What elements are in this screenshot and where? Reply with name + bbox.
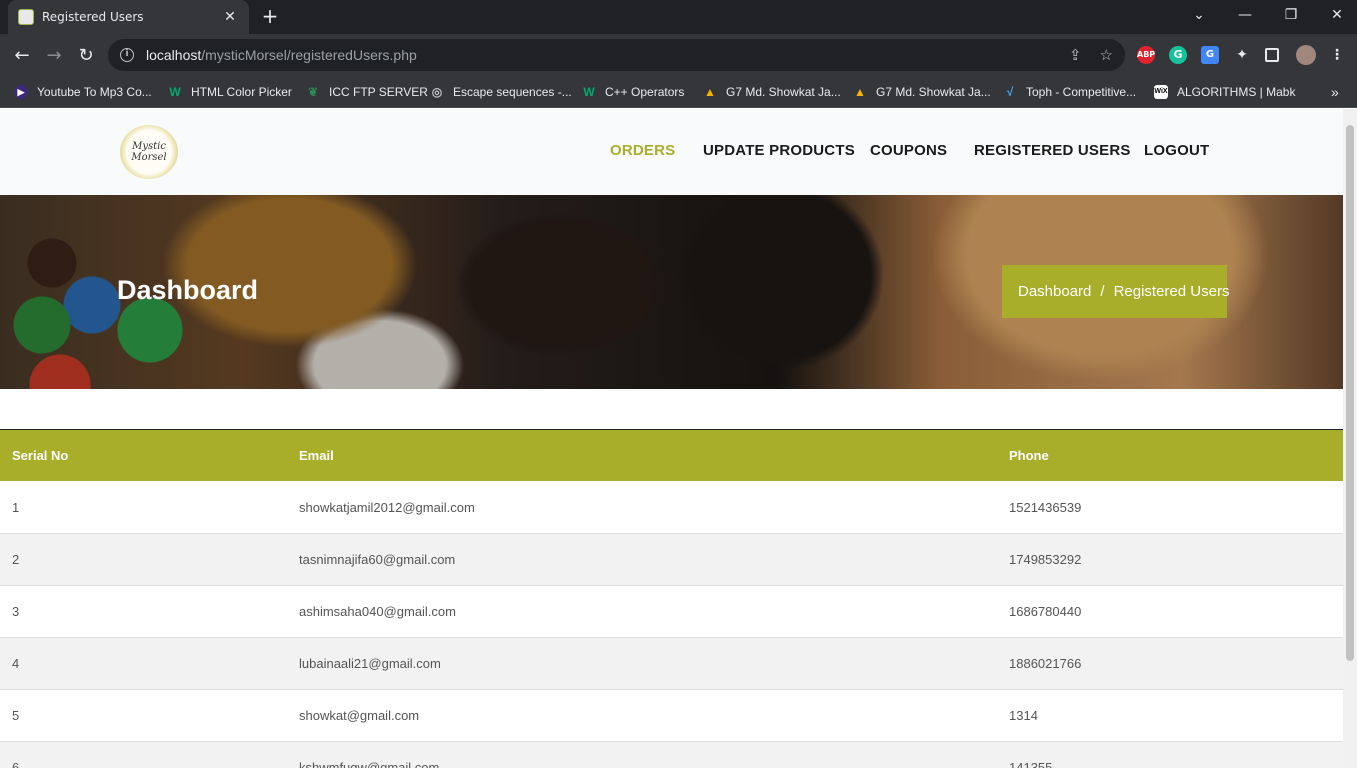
table-header-row: Serial No Email Phone	[0, 429, 1343, 483]
cell-serial: 3	[0, 585, 287, 638]
cell-phone: 1686780440	[997, 585, 1343, 638]
bookmark-item[interactable]: ▶ Youtube To Mp3 Co...	[14, 82, 152, 102]
header-phone: Phone	[997, 429, 1343, 483]
page-viewport: Mystic Morsel ORDERS UPDATE PRODUCTS COU…	[0, 109, 1343, 768]
table-row: 1 showkatjamil2012@gmail.com 1521436539	[0, 481, 1343, 534]
url-text[interactable]: localhost/mysticMorsel/registeredUsers.p…	[146, 47, 1051, 63]
bookmark-item[interactable]: W HTML Color Picker	[168, 82, 292, 102]
share-icon[interactable]: ⇪	[1069, 46, 1082, 64]
bookmark-item[interactable]: ◎ Escape sequences -...	[430, 82, 572, 102]
table-row: 5 showkat@gmail.com 1314	[0, 689, 1343, 742]
extensions-puzzle-icon[interactable]: ✦	[1233, 46, 1251, 64]
drive-icon: ▲	[704, 85, 716, 99]
cell-phone: 1521436539	[997, 481, 1343, 534]
users-table-container: Serial No Email Phone 1 showkatjamil2012…	[0, 429, 1343, 768]
site-info-icon[interactable]: i	[120, 48, 134, 62]
breadcrumb-separator: /	[1100, 283, 1105, 300]
cell-email: showkatjamil2012@gmail.com	[287, 481, 997, 534]
site-favicon-icon	[18, 9, 34, 25]
page-scrollbar[interactable]	[1343, 109, 1357, 768]
translate-icon[interactable]: G	[1201, 46, 1219, 64]
cell-phone: 1314	[997, 689, 1343, 742]
restore-button[interactable]: ❐	[1268, 0, 1314, 30]
cell-email: ashimsaha040@gmail.com	[287, 585, 997, 638]
logo-text-line1: Mystic	[132, 141, 166, 152]
cell-phone: 141355	[997, 741, 1343, 768]
play-icon: ▶	[14, 85, 28, 99]
profile-avatar[interactable]	[1296, 45, 1316, 65]
globe-icon: ◎	[431, 85, 443, 99]
browser-tab[interactable]: Registered Users ✕	[8, 0, 249, 34]
header-email: Email	[287, 429, 997, 483]
cell-serial: 6	[0, 741, 287, 768]
forward-button[interactable]: →	[40, 42, 68, 70]
page-title: Dashboard	[117, 275, 259, 305]
bookmark-item[interactable]: W C++ Operators	[582, 82, 684, 102]
nav-orders[interactable]: ORDERS	[610, 142, 675, 159]
bookmark-star-icon[interactable]: ☆	[1100, 46, 1113, 64]
bookmark-item[interactable]: √ Toph - Competitive...	[1003, 82, 1136, 102]
breadcrumb-current: Registered Users	[1113, 283, 1230, 300]
nav-registered-users[interactable]: REGISTERED USERS	[974, 142, 1131, 159]
nav-coupons[interactable]: COUPONS	[870, 142, 947, 159]
bookmark-item[interactable]: WiX ALGORITHMS | Mabk	[1154, 82, 1295, 102]
more-bookmarks-icon[interactable]: »	[1331, 82, 1339, 102]
toph-icon: √	[1006, 85, 1014, 99]
grammarly-icon[interactable]: G	[1169, 46, 1187, 64]
bookmarks-bar: ▶ Youtube To Mp3 Co... W HTML Color Picker…	[0, 76, 1357, 108]
cell-serial: 2	[0, 533, 287, 586]
cell-serial: 1	[0, 481, 287, 534]
table-row: 2 tasnimnajifa60@gmail.com 1749853292	[0, 533, 1343, 586]
registered-users-table: Serial No Email Phone 1 showkatjamil2012…	[0, 429, 1343, 768]
bookmark-item[interactable]: ▲ G7 Md. Showkat Ja...	[703, 82, 841, 102]
nav-update-products[interactable]: UPDATE PRODUCTS	[703, 142, 855, 159]
cell-phone: 1749853292	[997, 533, 1343, 586]
cell-serial: 4	[0, 637, 287, 690]
minimize-button[interactable]: —	[1222, 0, 1268, 30]
leaf-icon: ❦	[307, 85, 319, 99]
back-button[interactable]: ←	[8, 42, 36, 70]
nav-logout[interactable]: LOGOUT	[1144, 142, 1209, 159]
cell-phone: 1886021766	[997, 637, 1343, 690]
cell-email: showkat@gmail.com	[287, 689, 997, 742]
adblock-icon[interactable]: ABP	[1137, 46, 1155, 64]
hero-banner: Dashboard Dashboard / Registered Users	[0, 195, 1343, 389]
cell-email: kshwmfuqw@gmail.com	[287, 741, 997, 768]
wix-icon: WiX	[1154, 85, 1168, 99]
cell-serial: 5	[0, 689, 287, 742]
reload-button[interactable]: ↻	[72, 42, 100, 70]
header-serial-no: Serial No	[0, 429, 287, 483]
breadcrumb: Dashboard / Registered Users	[1002, 265, 1230, 318]
tab-search-chevron-icon[interactable]: ⌄	[1176, 0, 1222, 30]
bookmark-item[interactable]: ❦ ICC FTP SERVER	[306, 82, 428, 102]
browser-menu-icon[interactable]: ⋮	[1330, 46, 1344, 64]
site-header: Mystic Morsel ORDERS UPDATE PRODUCTS COU…	[0, 109, 1343, 195]
table-row: 6 kshwmfuqw@gmail.com 141355	[0, 741, 1343, 768]
site-logo[interactable]: Mystic Morsel	[120, 125, 178, 179]
address-bar[interactable]: i localhost/mysticMorsel/registeredUsers…	[108, 39, 1125, 71]
breadcrumb-home-link[interactable]: Dashboard	[1018, 283, 1091, 300]
w3schools-icon: W	[583, 85, 595, 99]
new-tab-button[interactable]: +	[259, 5, 281, 27]
side-panel-icon[interactable]	[1265, 48, 1279, 62]
drive-icon: ▲	[854, 85, 866, 99]
w3schools-icon: W	[169, 85, 181, 99]
table-row: 3 ashimsaha040@gmail.com 1686780440	[0, 585, 1343, 638]
logo-text-line2: Morsel	[131, 152, 167, 163]
scrollbar-thumb[interactable]	[1346, 125, 1354, 661]
tab-strip: Registered Users ✕ + ⌄ — ❐ ✕	[0, 0, 1357, 34]
close-window-button[interactable]: ✕	[1314, 0, 1357, 30]
bookmark-item[interactable]: ▲ G7 Md. Showkat Ja...	[853, 82, 991, 102]
tab-title: Registered Users	[42, 10, 144, 24]
cell-email: tasnimnajifa60@gmail.com	[287, 533, 997, 586]
close-tab-icon[interactable]: ✕	[221, 9, 239, 25]
table-row: 4 lubainaali21@gmail.com 1886021766	[0, 637, 1343, 690]
cell-email: lubainaali21@gmail.com	[287, 637, 997, 690]
